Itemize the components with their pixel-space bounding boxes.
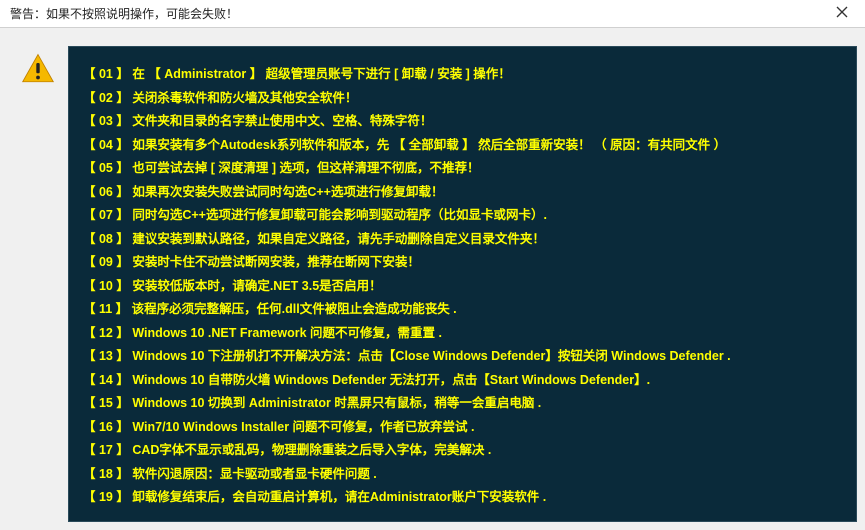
message-line: 【 13 】 Windows 10 下注册机打不开解决方法：点击【Close W… <box>83 345 842 369</box>
message-text: 软件闪退原因：显卡驱动或者显卡硬件问题 . <box>132 467 376 481</box>
message-line: 【 05 】 也可尝试去掉 [ 深度清理 ] 选项，但这样清理不彻底，不推荐！ <box>83 157 842 181</box>
message-text: 同时勾选C++选项进行修复卸载可能会影响到驱动程序（比如显卡或网卡）. <box>132 208 547 222</box>
message-line: 【 14 】 Windows 10 自带防火墙 Windows Defender… <box>83 369 842 393</box>
titlebar-text: 警告：如果不按照说明操作，可能会失败！ <box>10 5 238 22</box>
message-line: 【 12 】 Windows 10 .NET Framework 问题不可修复，… <box>83 322 842 346</box>
message-line: 【 02 】 关闭杀毒软件和防火墙及其他安全软件！ <box>83 87 842 111</box>
message-text: 建议安装到默认路径，如果自定义路径，请先手动删除自定义目录文件夹！ <box>132 232 545 246</box>
message-number: 【 08 】 <box>83 232 132 246</box>
close-icon <box>836 5 848 23</box>
message-text: 安装较低版本时，请确定.NET 3.5是否启用！ <box>132 279 381 293</box>
message-text: Windows 10 下注册机打不开解决方法：点击【Close Windows … <box>132 349 730 363</box>
message-line: 【 09 】 安装时卡住不动尝试断网安装，推荐在断网下安装！ <box>83 251 842 275</box>
message-line: 【 04 】 如果安装有多个Autodesk系列软件和版本，先 【 全部卸载 】… <box>83 134 842 158</box>
message-line: 【 07 】 同时勾选C++选项进行修复卸载可能会影响到驱动程序（比如显卡或网卡… <box>83 204 842 228</box>
message-number: 【 19 】 <box>83 490 132 504</box>
message-text: 该程序必须完整解压，任何.dll文件被阻止会造成功能丧失 . <box>132 302 457 316</box>
message-text: 在 【 Administrator 】 超级管理员账号下进行 [ 卸载 / 安装… <box>132 67 510 81</box>
close-button[interactable] <box>827 3 857 25</box>
message-line: 【 18 】 软件闪退原因：显卡驱动或者显卡硬件问题 . <box>83 463 842 487</box>
message-text: 文件夹和目录的名字禁止使用中文、空格、特殊字符！ <box>132 114 432 128</box>
message-line: 【 11 】 该程序必须完整解压，任何.dll文件被阻止会造成功能丧失 . <box>83 298 842 322</box>
message-text: 也可尝试去掉 [ 深度清理 ] 选项，但这样清理不彻底，不推荐！ <box>132 161 479 175</box>
message-panel: 【 01 】 在 【 Administrator 】 超级管理员账号下进行 [ … <box>68 46 857 522</box>
icon-column <box>8 46 68 522</box>
message-line: 【 17 】 CAD字体不显示或乱码，物理删除重装之后导入字体，完美解决 . <box>83 439 842 463</box>
message-number: 【 04 】 <box>83 138 132 152</box>
message-text: 关闭杀毒软件和防火墙及其他安全软件！ <box>132 91 357 105</box>
message-line: 【 16 】 Win7/10 Windows Installer 问题不可修复，… <box>83 416 842 440</box>
message-line: 【 03 】 文件夹和目录的名字禁止使用中文、空格、特殊字符！ <box>83 110 842 134</box>
message-number: 【 06 】 <box>83 185 132 199</box>
message-line: 【 08 】 建议安装到默认路径，如果自定义路径，请先手动删除自定义目录文件夹！ <box>83 228 842 252</box>
message-line: 【 19 】 卸载修复结束后，会自动重启计算机，请在Administrator账… <box>83 486 842 510</box>
message-number: 【 05 】 <box>83 161 132 175</box>
message-number: 【 15 】 <box>83 396 132 410</box>
message-text: 如果再次安装失败尝试同时勾选C++选项进行修复卸载！ <box>132 185 443 199</box>
message-number: 【 02 】 <box>83 91 132 105</box>
message-line: 【 15 】 Windows 10 切换到 Administrator 时黑屏只… <box>83 392 842 416</box>
warning-triangle-icon <box>21 52 55 522</box>
message-number: 【 17 】 <box>83 443 132 457</box>
message-number: 【 10 】 <box>83 279 132 293</box>
message-number: 【 11 】 <box>83 302 132 316</box>
message-text: Windows 10 .NET Framework 问题不可修复，需重置 . <box>132 326 442 340</box>
message-text: 如果安装有多个Autodesk系列软件和版本，先 【 全部卸载 】 然后全部重新… <box>132 138 726 152</box>
message-number: 【 12 】 <box>83 326 132 340</box>
message-text: Windows 10 自带防火墙 Windows Defender 无法打开，点… <box>132 373 650 387</box>
message-number: 【 01 】 <box>83 67 132 81</box>
message-text: CAD字体不显示或乱码，物理删除重装之后导入字体，完美解决 . <box>132 443 491 457</box>
dialog-body: 【 01 】 在 【 Administrator 】 超级管理员账号下进行 [ … <box>0 28 865 530</box>
message-line: 【 01 】 在 【 Administrator 】 超级管理员账号下进行 [ … <box>83 63 842 87</box>
message-text: Win7/10 Windows Installer 问题不可修复，作者已放弃尝试… <box>132 420 474 434</box>
message-text: 卸载修复结束后，会自动重启计算机，请在Administrator账户下安装软件 … <box>132 490 546 504</box>
message-number: 【 16 】 <box>83 420 132 434</box>
message-number: 【 07 】 <box>83 208 132 222</box>
titlebar: 警告：如果不按照说明操作，可能会失败！ <box>0 0 865 28</box>
message-number: 【 18 】 <box>83 467 132 481</box>
message-line: 【 10 】 安装较低版本时，请确定.NET 3.5是否启用！ <box>83 275 842 299</box>
message-text: 安装时卡住不动尝试断网安装，推荐在断网下安装！ <box>132 255 420 269</box>
message-number: 【 14 】 <box>83 373 132 387</box>
message-number: 【 09 】 <box>83 255 132 269</box>
message-line: 【 06 】 如果再次安装失败尝试同时勾选C++选项进行修复卸载！ <box>83 181 842 205</box>
message-number: 【 13 】 <box>83 349 132 363</box>
message-text: Windows 10 切换到 Administrator 时黑屏只有鼠标，稍等一… <box>132 396 541 410</box>
message-number: 【 03 】 <box>83 114 132 128</box>
